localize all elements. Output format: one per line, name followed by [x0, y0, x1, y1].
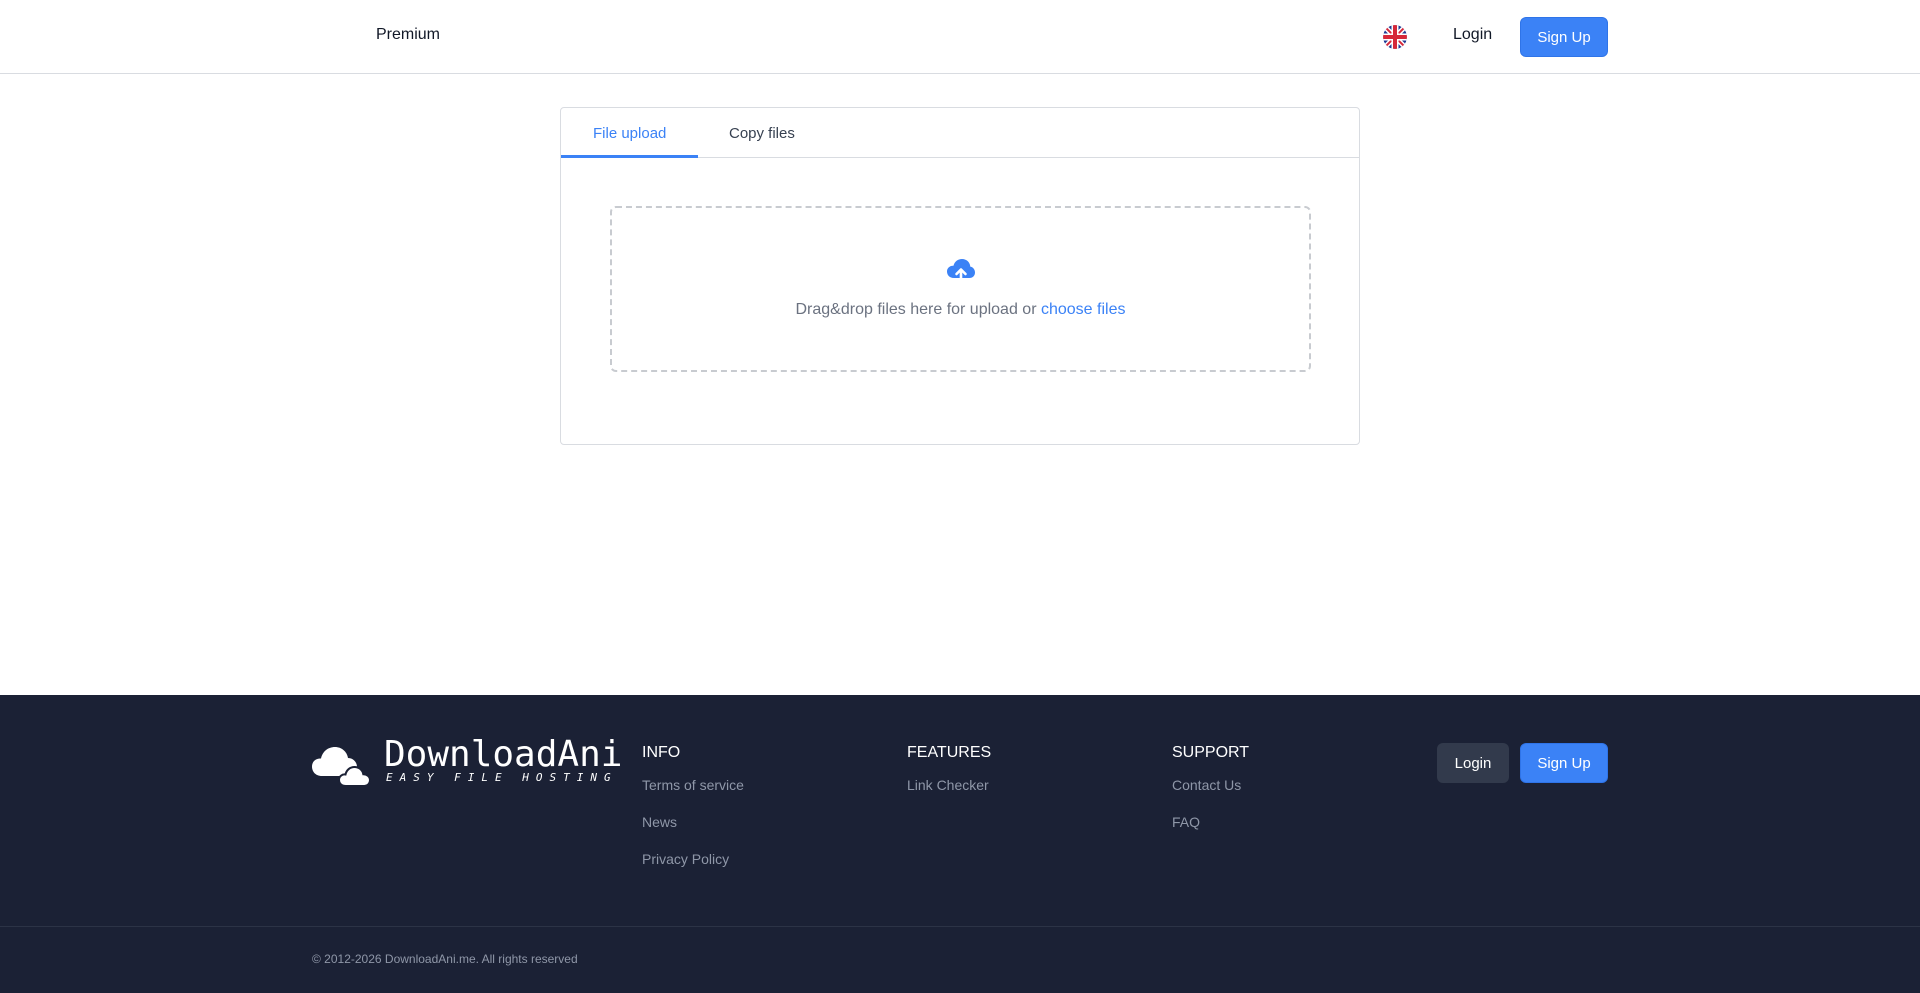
link-checker-link[interactable]: Link Checker — [907, 777, 989, 793]
footer-features-title: FEATURES — [907, 744, 992, 761]
logo-tagline: EASY FILE HOSTING — [386, 771, 618, 784]
cloud-upload-icon — [946, 258, 976, 284]
terms-of-service-link[interactable]: Terms of service — [642, 777, 744, 793]
footer-support-title: SUPPORT — [1172, 744, 1250, 761]
footer-signup-button[interactable]: Sign Up — [1520, 743, 1608, 783]
site-footer — [0, 695, 1920, 993]
tab-copy-files[interactable]: Copy files — [729, 125, 795, 142]
nav-premium-link[interactable]: Premium — [376, 26, 440, 44]
uk-flag-icon[interactable] — [1383, 25, 1407, 49]
contact-us-link[interactable]: Contact Us — [1172, 777, 1241, 793]
header-login-link[interactable]: Login — [1453, 26, 1492, 44]
privacy-policy-link[interactable]: Privacy Policy — [642, 851, 729, 867]
header-signup-button[interactable]: Sign Up — [1520, 17, 1608, 57]
dropzone-instructions: Drag&drop files here for upload or — [795, 301, 1037, 318]
dropzone-text: Drag&drop files here for upload or choos… — [612, 301, 1309, 319]
footer-logo[interactable]: DownloadAni EASY FILE HOSTING — [312, 734, 632, 790]
file-dropzone[interactable]: Drag&drop files here for upload or choos… — [610, 206, 1311, 372]
upload-card: File upload Copy files Drag&drop files h… — [560, 107, 1360, 445]
footer-login-button[interactable]: Login — [1437, 743, 1509, 783]
upload-tabs: File upload Copy files — [561, 108, 1359, 158]
footer-divider — [0, 926, 1920, 927]
footer-info-title: INFO — [642, 744, 681, 761]
news-link[interactable]: News — [642, 814, 677, 830]
faq-link[interactable]: FAQ — [1172, 814, 1200, 830]
choose-files-link[interactable]: choose files — [1041, 301, 1126, 318]
top-header: Premium Login Sign Up — [0, 0, 1920, 74]
cloud-logo-icon — [312, 742, 378, 787]
copyright-text: © 2012-2026 DownloadAni.me. All rights r… — [312, 952, 578, 966]
active-tab-indicator — [561, 155, 698, 158]
tab-file-upload[interactable]: File upload — [593, 125, 666, 142]
logo-name: DownloadAni — [384, 734, 623, 775]
